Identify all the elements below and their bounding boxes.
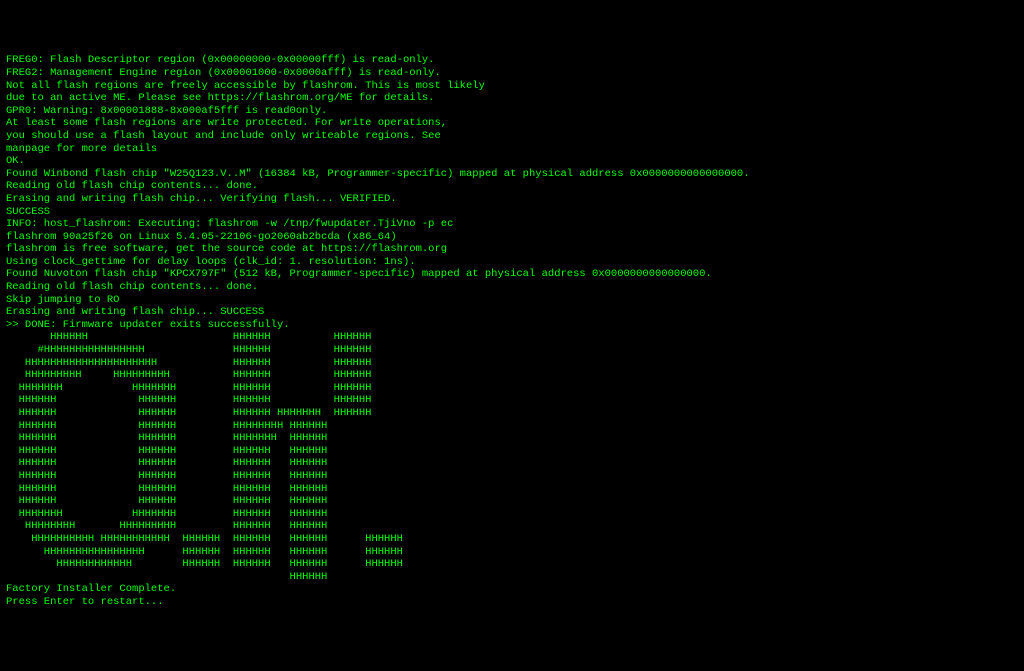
log-line: OK. [6, 155, 1018, 168]
log-line: Found Winbond flash chip "W25Q123.V..M" … [6, 168, 1018, 181]
ascii-art-line: HHHHHH HHHHHH HHHHHH HHHHHH [6, 483, 1018, 496]
ascii-art-line: HHHHHHHH HHHHHHHHH HHHHHH HHHHHH [6, 520, 1018, 533]
footer-prompt[interactable]: Press Enter to restart... [6, 596, 1018, 609]
ascii-art-line: HHHHHHHHHH HHHHHHHHHHH HHHHHH HHHHHH HHH… [6, 533, 1018, 546]
ascii-art-line: HHHHHH HHHHHH HHHHHH [6, 331, 1018, 344]
log-line: >> DONE: Firmware updater exits successf… [6, 319, 1018, 332]
ascii-art-line: HHHHHH HHHHHH HHHHHHHH HHHHHH [6, 420, 1018, 433]
log-line: INFO: host_flashrom: Executing: flashrom… [6, 218, 1018, 231]
log-line: Reading old flash chip contents... done. [6, 180, 1018, 193]
ascii-art-line: HHHHHHHHHHHHHHHHHHHHH HHHHHH HHHHHH [6, 357, 1018, 370]
log-line: At least some flash regions are write pr… [6, 117, 1018, 130]
log-line: flashrom 90a25f26 on Linux 5.4.05-22106-… [6, 231, 1018, 244]
ascii-art-line: HHHHHH HHHHHH HHHHHH HHHHHH [6, 445, 1018, 458]
ascii-art-line: HHHHHH HHHHHH HHHHHHH HHHHHH [6, 432, 1018, 445]
ascii-art-line: HHHHHH HHHHHH HHHHHH HHHHHH [6, 495, 1018, 508]
log-line: Found Nuvoton flash chip "KPCX797F" (512… [6, 268, 1018, 281]
log-line: FREG0: Flash Descriptor region (0x000000… [6, 54, 1018, 67]
ascii-art-line: HHHHHHHHHHHH HHHHHH HHHHHH HHHHHH HHHHHH [6, 558, 1018, 571]
ascii-art-line: HHHHHH [6, 571, 1018, 584]
log-line: Reading old flash chip contents... done. [6, 281, 1018, 294]
ascii-art-line: HHHHHHH HHHHHHH HHHHHH HHHHHH [6, 508, 1018, 521]
log-line: Erasing and writing flash chip... Verify… [6, 193, 1018, 206]
log-line: Skip jumping to RO [6, 294, 1018, 307]
log-line: you should use a flash layout and includ… [6, 130, 1018, 143]
ascii-art-line: HHHHHH HHHHHH HHHHHH HHHHHH [6, 394, 1018, 407]
terminal-output: FREG0: Flash Descriptor region (0x000000… [6, 54, 1018, 608]
log-line: Not all flash regions are freely accessi… [6, 80, 1018, 93]
ascii-art-line: HHHHHHHHHHHHHHHH HHHHHH HHHHHH HHHHHH HH… [6, 546, 1018, 559]
footer-complete: Factory Installer Complete. [6, 583, 1018, 596]
ascii-art-line: HHHHHH HHHHHH HHHHHH HHHHHHH HHHHHH [6, 407, 1018, 420]
log-line: Using clock_gettime for delay loops (clk… [6, 256, 1018, 269]
log-line: GPR0: Warning: 8x00001888-8x000af5fff is… [6, 105, 1018, 118]
log-line: SUCCESS [6, 206, 1018, 219]
log-line: FREG2: Management Engine region (0x00001… [6, 67, 1018, 80]
log-line: manpage for more details [6, 143, 1018, 156]
log-line: due to an active ME. Please see https://… [6, 92, 1018, 105]
ascii-art-line: HHHHHHHHH HHHHHHHHH HHHHHH HHHHHH [6, 369, 1018, 382]
log-line: flashrom is free software, get the sourc… [6, 243, 1018, 256]
log-line: Erasing and writing flash chip... SUCCES… [6, 306, 1018, 319]
ascii-art-line: HHHHHH HHHHHH HHHHHH HHHHHH [6, 457, 1018, 470]
ascii-art-line: HHHHHH HHHHHH HHHHHH HHHHHH [6, 470, 1018, 483]
ascii-art-line: #HHHHHHHHHHHHHHHH HHHHHH HHHHHH [6, 344, 1018, 357]
ascii-art-line: HHHHHHH HHHHHHH HHHHHH HHHHHH [6, 382, 1018, 395]
